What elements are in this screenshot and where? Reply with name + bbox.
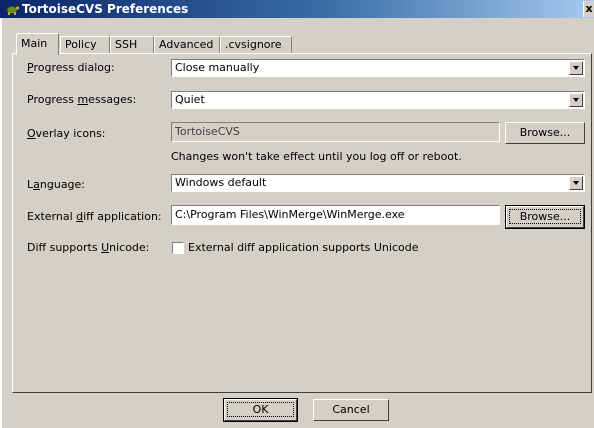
external-diff-label: External diff application: (27, 210, 162, 223)
diff-unicode-label: Diff supports Unicode: (27, 241, 150, 254)
window-title: TortoiseCVS Preferences (22, 2, 189, 16)
tab-advanced[interactable]: Advanced (154, 36, 220, 53)
cancel-button[interactable]: Cancel (313, 399, 389, 421)
external-diff-browse-label: Browse... (509, 209, 581, 224)
overlay-browse-button[interactable]: Browse... (505, 122, 585, 144)
progress-messages-label: Progress messages: (27, 93, 137, 106)
overlay-icons-label: Overlay icons: (27, 127, 106, 140)
close-icon[interactable]: x (583, 1, 594, 17)
progress-messages-select[interactable]: Quiet (171, 91, 585, 109)
language-label: Language: (27, 178, 86, 191)
overlay-icons-field: TortoiseCVS (171, 122, 500, 142)
language-value: Windows default (175, 176, 267, 189)
tab-ssh[interactable]: SSH (110, 36, 154, 53)
window-edge (0, 18, 2, 428)
chevron-down-icon[interactable] (569, 93, 583, 107)
ok-button[interactable]: OK (223, 398, 298, 422)
progress-dialog-value: Close manually (175, 61, 260, 74)
title-bar: TortoiseCVS Preferences x (0, 0, 594, 18)
tab-policy[interactable]: Policy (60, 36, 110, 53)
progress-messages-value: Quiet (175, 93, 205, 106)
chevron-down-icon[interactable] (569, 61, 583, 75)
progress-dialog-label: Progress dialog: (27, 61, 115, 74)
language-select[interactable]: Windows default (171, 174, 585, 192)
tab-main[interactable]: Main (16, 33, 59, 55)
tortoise-icon (4, 2, 20, 16)
progress-dialog-select[interactable]: Close manually (171, 59, 585, 77)
external-diff-browse-button[interactable]: Browse... (505, 205, 585, 229)
ok-label: OK (227, 402, 294, 417)
external-diff-input[interactable]: C:\Program Files\WinMerge\WinMerge.exe (171, 205, 500, 225)
chevron-down-icon[interactable] (569, 176, 583, 190)
tab-cvsignore[interactable]: .cvsignore (220, 36, 292, 53)
diff-unicode-checkbox[interactable] (172, 242, 184, 254)
overlay-note: Changes won't take effect until you log … (171, 150, 462, 163)
diff-unicode-checkbox-label[interactable]: External diff application supports Unico… (188, 241, 419, 254)
